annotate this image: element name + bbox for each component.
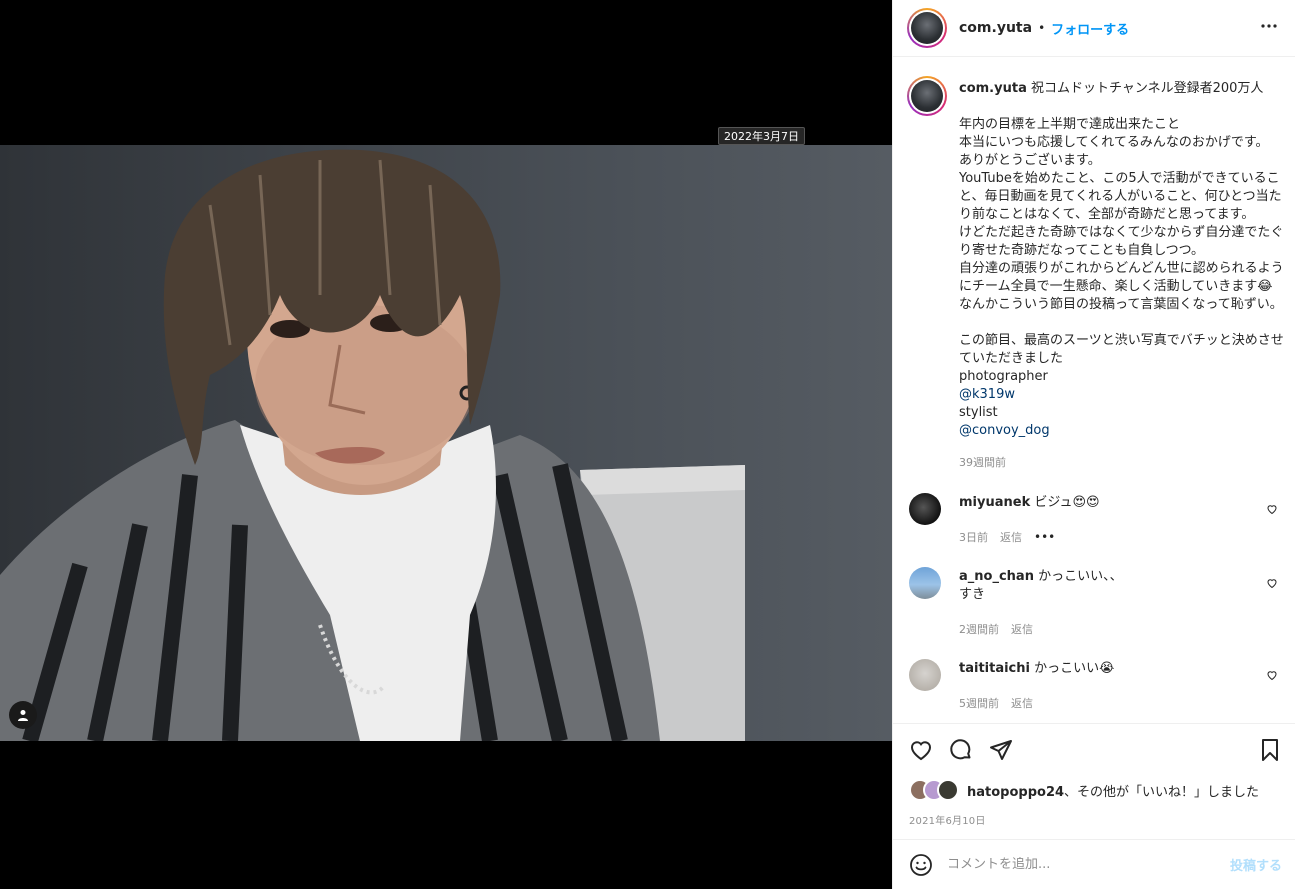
comment-icon[interactable] — [949, 738, 973, 762]
comment-meta: 5週間前 返信 — [959, 695, 1033, 711]
like-heart-icon[interactable] — [909, 738, 933, 762]
caption-line: stylist — [959, 405, 998, 420]
post-header: com.yuta • フォローする — [893, 0, 1295, 57]
commenter-username[interactable]: taititaichi — [959, 661, 1030, 676]
reply-button[interactable]: 返信 — [1011, 621, 1033, 637]
comment-meta: 2週間前 返信 — [959, 621, 1033, 637]
author-avatar[interactable] — [907, 8, 947, 48]
caption-line: 自分達の頑張りがこれからどんどん世に認められるようにチーム全員で一生懸命、楽しく… — [959, 261, 1284, 294]
comment-time[interactable]: 3日前 — [959, 529, 988, 545]
comment-options[interactable]: ••• — [1034, 530, 1055, 544]
commenter-username[interactable]: a_no_chan — [959, 569, 1034, 584]
separator-dot: • — [1038, 21, 1046, 35]
comment-input[interactable] — [947, 857, 1217, 872]
comment-body: a_no_chan かっこいい、、 すき — [959, 568, 1259, 604]
post-modal: 2022年3月7日 com.yuta • フォローする com.yuta 祝コム… — [0, 0, 1295, 889]
comment-time[interactable]: 2週間前 — [959, 621, 999, 637]
caption-line: ありがとうございます。 — [959, 153, 1101, 168]
bookmark-icon[interactable] — [1258, 738, 1282, 762]
details-pane: com.yuta • フォローする com.yuta 祝コムドットチャンネル登録… — [892, 0, 1295, 889]
comment-text: かっこいい😭 — [1029, 661, 1115, 676]
caption-line: YouTubeを始めたこと、この5人で活動ができていること、毎日動画を見てくれる… — [959, 171, 1282, 222]
caption-line: この節目、最高のスーツと渋い写真でバチッと決めさせていただきました — [959, 333, 1284, 366]
chair-top — [580, 465, 745, 495]
action-bar: hatopoppo24、その他が「いいね！」しました 2021年6月10日 — [893, 723, 1295, 839]
comment-body: miyuanek ビジュ😍😍 — [959, 494, 1259, 512]
author-username[interactable]: com.yuta — [959, 20, 1032, 36]
emoji-icon[interactable] — [909, 853, 933, 877]
caption-line: 祝コムドットチャンネル登録者200万人 — [1026, 81, 1264, 96]
commenter-avatar[interactable] — [909, 493, 941, 525]
mention-link[interactable]: @k319w — [959, 387, 1015, 402]
caption-text: com.yuta 祝コムドットチャンネル登録者200万人 年内の目標を上半期で達… — [959, 80, 1284, 440]
liker-avatar — [937, 779, 959, 801]
likes-summary[interactable]: hatopoppo24、その他が「いいね！」しました — [909, 779, 1259, 801]
likes-text: hatopoppo24、その他が「いいね！」しました — [967, 784, 1260, 800]
reply-button[interactable]: 返信 — [1011, 695, 1033, 711]
heart-icon[interactable] — [1266, 503, 1278, 515]
mention-link[interactable]: @convoy_dog — [959, 423, 1050, 438]
commenter-avatar[interactable] — [909, 659, 941, 691]
comment-text: ビジュ😍😍 — [1030, 495, 1100, 510]
caption-line: なんかこういう節目の投稿って言葉固くなって恥ずい。 — [959, 297, 1283, 312]
media-pane: 2022年3月7日 — [0, 0, 892, 889]
caption-line: 年内の目標を上半期で達成出来たこと — [959, 117, 1181, 132]
reply-button[interactable]: 返信 — [1000, 529, 1022, 545]
comment-meta: 3日前 返信 ••• — [959, 529, 1055, 545]
caption-avatar[interactable] — [907, 76, 947, 116]
caption-username[interactable]: com.yuta — [959, 81, 1027, 96]
post-photo[interactable] — [0, 145, 892, 741]
date-tag: 2022年3月7日 — [718, 127, 805, 145]
portrait-illustration — [0, 149, 745, 741]
action-icons — [909, 738, 1013, 762]
caption-line: 本当にいつも応援してくれてるみんなのおかげです。 — [959, 135, 1269, 150]
add-comment-bar: 投稿する — [893, 839, 1295, 889]
more-icon[interactable] — [1260, 17, 1278, 35]
comment-time[interactable]: 5週間前 — [959, 695, 999, 711]
post-comment-button[interactable]: 投稿する — [1230, 855, 1282, 874]
comments-scroll[interactable]: com.yuta 祝コムドットチャンネル登録者200万人 年内の目標を上半期で達… — [893, 57, 1295, 723]
commenter-avatar[interactable] — [909, 567, 941, 599]
commenter-username[interactable]: miyuanek — [959, 495, 1030, 510]
caption-line: photographer — [959, 369, 1048, 384]
heart-icon[interactable] — [1266, 577, 1278, 589]
user-tag-button[interactable] — [9, 701, 37, 729]
share-icon[interactable] — [989, 738, 1013, 762]
follow-button[interactable]: フォローする — [1051, 19, 1129, 38]
liker-username[interactable]: hatopoppo24 — [967, 785, 1064, 800]
caption-time[interactable]: 39週間前 — [959, 454, 1006, 470]
post-date[interactable]: 2021年6月10日 — [909, 812, 986, 827]
comment-body: taititaichi かっこいい😭 — [959, 660, 1259, 678]
user-tag-icon — [18, 710, 28, 721]
caption-line: けどただ起きた奇跡ではなくて少なからず自分達でたぐり寄せた奇跡だなってことも自負… — [959, 225, 1284, 258]
heart-icon[interactable] — [1266, 669, 1278, 681]
